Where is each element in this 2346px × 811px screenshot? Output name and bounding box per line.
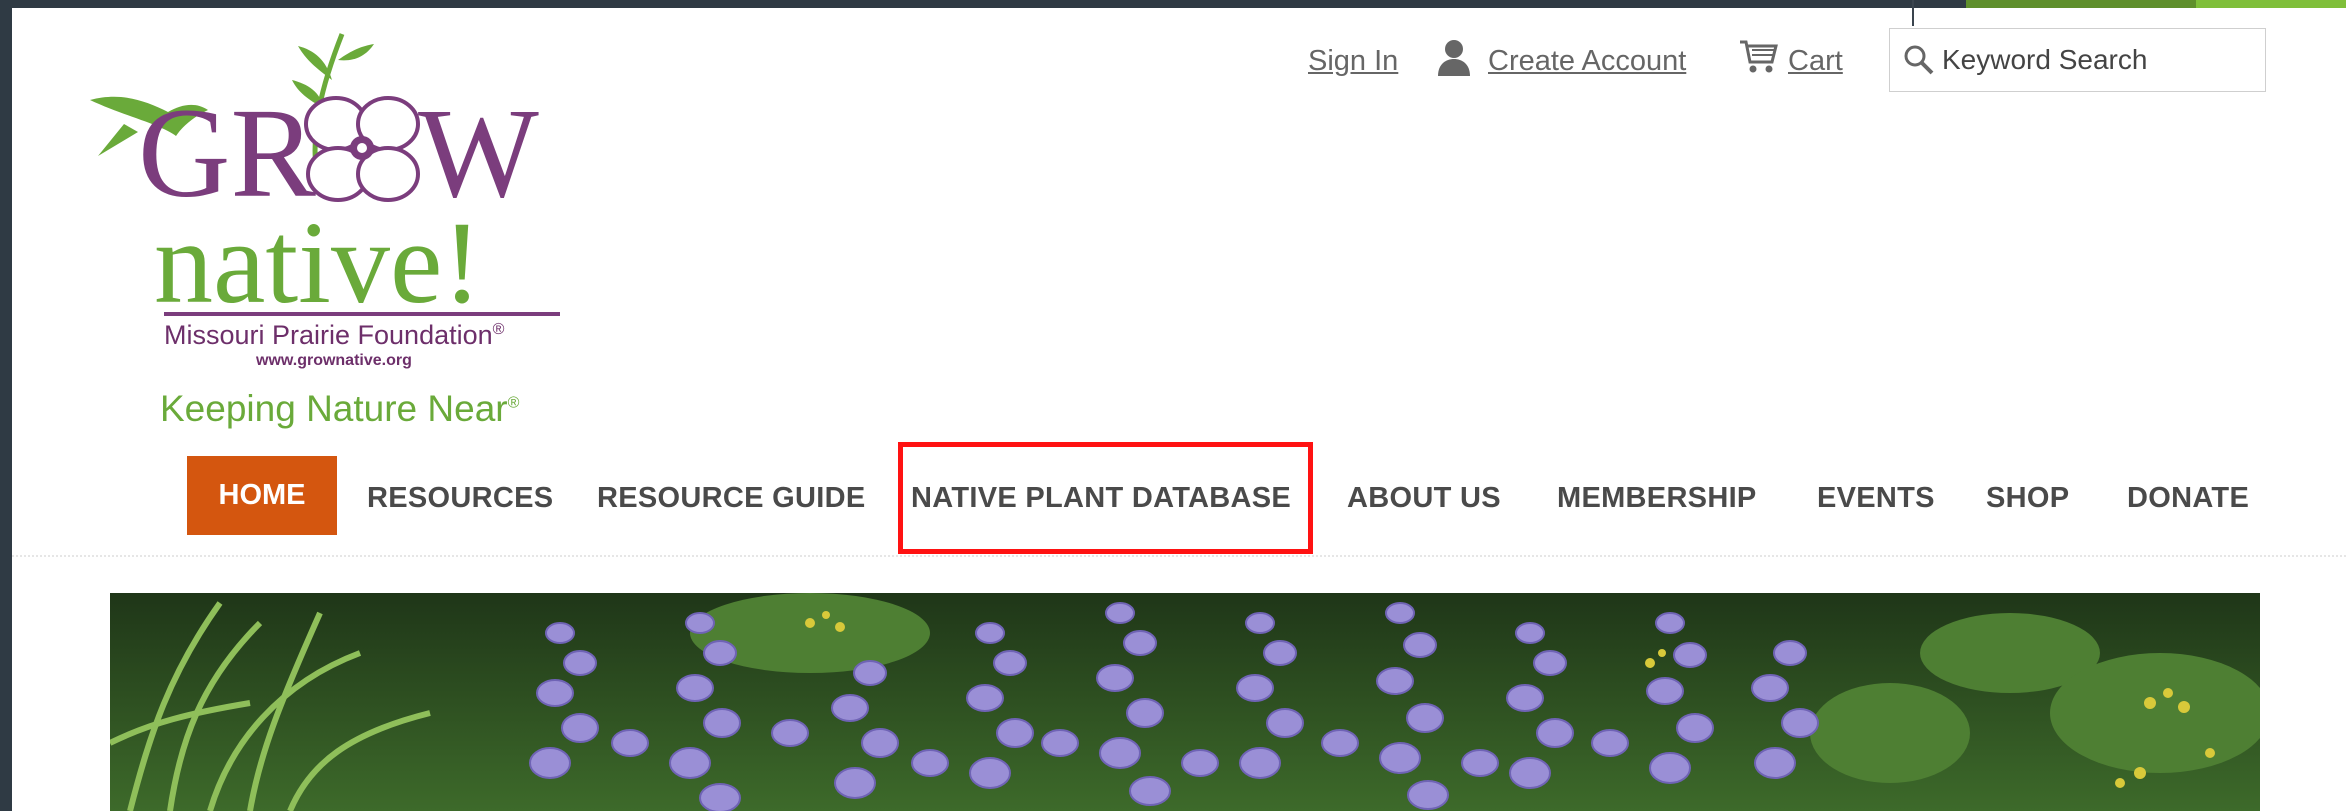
frame-left-bar xyxy=(0,0,12,811)
grow-native-logo[interactable]: GR W native! Missouri Prairie Foundation… xyxy=(84,20,584,440)
nav-home[interactable]: HOME xyxy=(187,456,337,535)
create-account-link[interactable]: Create Account xyxy=(1488,45,1686,78)
nav-resources[interactable]: RESOURCES xyxy=(367,482,553,515)
nav-shop[interactable]: SHOP xyxy=(1986,482,2069,515)
wild-indigo-flowers-photo xyxy=(110,593,2260,811)
person-icon xyxy=(1436,38,1472,81)
keyword-search-box[interactable] xyxy=(1889,28,2266,92)
nav-membership[interactable]: MEMBERSHIP xyxy=(1557,482,1757,515)
annotation-highlight-box xyxy=(898,442,1313,554)
search-icon xyxy=(1902,43,1936,82)
cart-icon xyxy=(1738,38,1778,81)
sign-in-link[interactable]: Sign In xyxy=(1308,45,1398,78)
cart-link[interactable]: Cart xyxy=(1788,45,1843,78)
logo-tagline: Keeping Nature Near® xyxy=(160,388,520,429)
frame-accent-light xyxy=(2196,0,2346,8)
nav-events[interactable]: EVENTS xyxy=(1817,482,1935,515)
svg-text:native!: native! xyxy=(154,197,482,320)
header-divider xyxy=(12,555,2346,557)
frame-divider xyxy=(1912,0,1914,26)
search-input[interactable] xyxy=(1942,39,2252,81)
logo-url: www.grownative.org xyxy=(256,352,412,369)
nav-donate[interactable]: DONATE xyxy=(2127,482,2249,515)
nav-resource-guide[interactable]: RESOURCE GUIDE xyxy=(597,482,865,515)
hero-image xyxy=(110,593,2260,811)
grow-native-wordmark-icon: GR W native! xyxy=(90,33,560,320)
frame-accent xyxy=(1966,0,2196,8)
nav-about-us[interactable]: ABOUT US xyxy=(1347,482,1501,515)
logo-foundation-name: Missouri Prairie Foundation® xyxy=(164,320,505,350)
